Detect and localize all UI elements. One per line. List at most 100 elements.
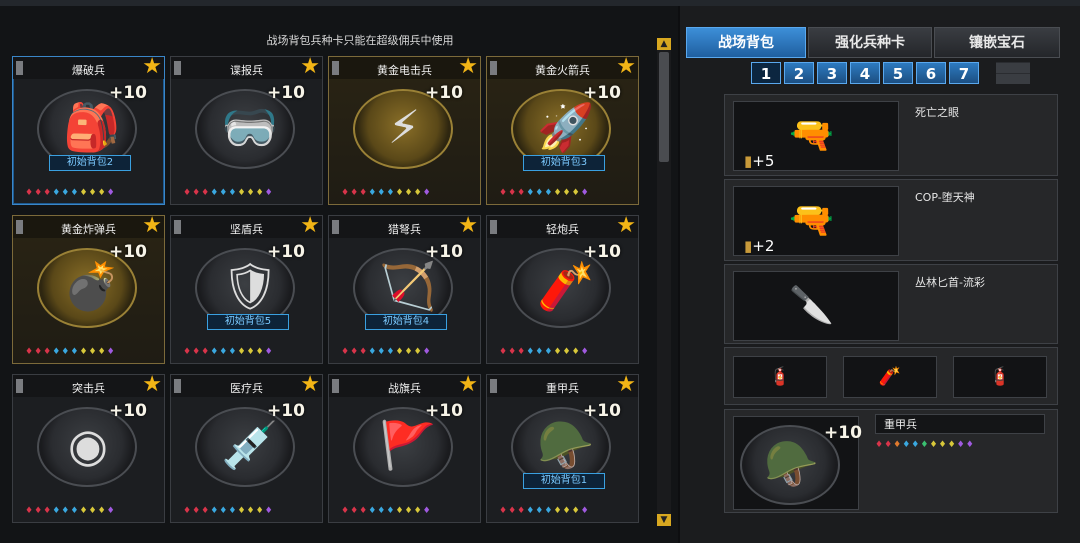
mortar-icon: 🧨	[537, 259, 595, 313]
initial-backpack-badge: 初始背包5	[207, 314, 289, 330]
card-level: +10	[267, 83, 305, 103]
card-header: 黄金电击兵 ★	[329, 56, 480, 79]
scroll-thumb[interactable]	[659, 52, 669, 162]
class-card[interactable]: 重甲兵 ★ 🪖 +10 初始背包1 ♦♦♦♦♦♦♦♦♦♦	[486, 374, 639, 523]
initial-backpack-badge: 初始背包1	[523, 473, 605, 489]
gem-sockets: ♦♦♦♦♦♦♦♦♦♦♦	[875, 440, 975, 450]
grenade-icon[interactable]: 🧯	[733, 356, 827, 398]
scroll-up-button[interactable]: ▲	[657, 38, 671, 50]
class-card[interactable]: 黄金电击兵 ★ ⚡ +10 ♦♦♦♦♦♦♦♦♦♦	[328, 56, 481, 205]
star-icon: ★	[458, 372, 478, 397]
weapon-image-box: 🔫 ▮+5	[733, 101, 899, 171]
class-card[interactable]: 黄金火箭兵 ★ 🚀 +10 初始背包3 ♦♦♦♦♦♦♦♦♦♦	[486, 56, 639, 205]
page-6-button[interactable]: 6	[916, 62, 946, 84]
scroll-down-button[interactable]: ▼	[657, 514, 671, 526]
class-card[interactable]: 爆破兵 ★ 🎒 +10 初始背包2 ♦♦♦♦♦♦♦♦♦♦	[12, 56, 165, 205]
card-header: 医疗兵 ★	[171, 372, 322, 397]
pistol-icon: 🔫	[789, 200, 834, 241]
grenade-icon[interactable]: 🧨	[843, 356, 937, 398]
card-level: +10	[583, 242, 621, 262]
explosive-kit-icon: 🎒	[63, 100, 121, 154]
star-icon: ★	[142, 54, 162, 79]
star-icon: ★	[616, 372, 636, 397]
card-header: 重甲兵 ★	[487, 372, 638, 397]
class-card-slot[interactable]: 🪖 +10 重甲兵 ♦♦♦♦♦♦♦♦♦♦♦	[724, 409, 1058, 513]
tab-enhance-card[interactable]: 强化兵种卡	[808, 27, 932, 58]
card-level: +10	[583, 401, 621, 421]
page-2-button[interactable]: 2	[784, 62, 814, 84]
melee-weapon-slot[interactable]: 🔪 丛林匕首-流彩	[724, 264, 1058, 344]
class-card[interactable]: 坚盾兵 ★ 🛡 +10 初始背包5 ♦♦♦♦♦♦♦♦♦♦	[170, 215, 323, 364]
crossbow-icon: 🏹	[379, 259, 437, 313]
gem-sockets: ♦♦♦♦♦♦♦♦♦♦	[499, 506, 590, 516]
initial-backpack-badge: 初始背包2	[49, 155, 131, 171]
card-header: 突击兵 ★	[13, 372, 164, 397]
ammo-count: ▮+2	[744, 237, 775, 255]
knife-icon: 🔪	[789, 285, 834, 326]
star-icon: ★	[300, 54, 320, 79]
card-level: +10	[109, 83, 147, 103]
star-icon: ★	[616, 54, 636, 79]
class-card[interactable]: 医疗兵 ★ 💉 +10 ♦♦♦♦♦♦♦♦♦♦	[170, 374, 323, 523]
class-card[interactable]: 突击兵 ★ ◉ +10 ♦♦♦♦♦♦♦♦♦♦	[12, 374, 165, 523]
secondary-weapon-slot[interactable]: 🔫 ▮+2 COP-堕天神	[724, 179, 1058, 261]
gem-sockets: ♦♦♦♦♦♦♦♦♦♦	[25, 506, 116, 516]
card-level: +10	[109, 242, 147, 262]
card-header: 坚盾兵 ★	[171, 213, 322, 238]
page-scroll-buttons[interactable]	[996, 62, 1030, 84]
gem-sockets: ♦♦♦♦♦♦♦♦♦♦	[183, 347, 274, 357]
card-header: 谍报兵 ★	[171, 54, 322, 79]
notice-text: 战场背包兵种卡只能在超级佣兵中使用	[266, 34, 454, 47]
heavy-armor-icon: 🪖	[537, 418, 595, 472]
weapon-name: COP-堕天神	[915, 191, 975, 204]
card-header: 猎弩兵 ★	[329, 213, 480, 238]
page-5-button[interactable]: 5	[883, 62, 913, 84]
page-4-button[interactable]: 4	[850, 62, 880, 84]
card-level: +10	[267, 242, 305, 262]
card-level: +10	[425, 83, 463, 103]
card-header: 爆破兵 ★	[13, 54, 164, 79]
weapon-image-box: 🔫 ▮+2	[733, 186, 899, 256]
primary-weapon-slot[interactable]: 🔫 ▮+5 死亡之眼	[724, 94, 1058, 176]
star-icon: ★	[300, 372, 320, 397]
class-card[interactable]: 猎弩兵 ★ 🏹 +10 初始背包4 ♦♦♦♦♦♦♦♦♦♦	[328, 215, 481, 364]
star-icon: ★	[458, 213, 478, 238]
lightning-gauntlet-icon: ⚡	[387, 100, 421, 154]
star-icon: ★	[142, 213, 162, 238]
rocket-launcher-icon: 🚀	[537, 100, 595, 154]
page-3-button[interactable]: 3	[817, 62, 847, 84]
star-icon: ★	[142, 372, 162, 397]
card-header: 黄金炸弹兵 ★	[13, 213, 164, 238]
gem-sockets: ♦♦♦♦♦♦♦♦♦♦	[341, 347, 432, 357]
gem-sockets: ♦♦♦♦♦♦♦♦♦♦	[183, 188, 274, 198]
star-icon: ★	[300, 213, 320, 238]
tab-battle-backpack[interactable]: 战场背包	[686, 27, 806, 58]
class-card[interactable]: 谍报兵 ★ 🥽 +10 ♦♦♦♦♦♦♦♦♦♦	[170, 56, 323, 205]
initial-backpack-badge: 初始背包4	[365, 314, 447, 330]
class-card-image: 🪖 +10	[733, 416, 862, 510]
grenade-icon[interactable]: 🧯	[953, 356, 1047, 398]
weapon-name: 丛林匕首-流彩	[915, 276, 985, 289]
weapon-name: 死亡之眼	[915, 106, 959, 119]
heavy-armor-icon: 🪖	[764, 439, 819, 490]
gold-bomb-icon: 💣	[63, 259, 121, 313]
ammo-count: ▮+5	[744, 152, 775, 170]
card-list-scrollbar[interactable]: ▲ ▼	[657, 38, 671, 526]
gem-sockets: ♦♦♦♦♦♦♦♦♦♦	[341, 188, 432, 198]
class-card[interactable]: 战旗兵 ★ 🚩 +10 ♦♦♦♦♦♦♦♦♦♦	[328, 374, 481, 523]
page-7-button[interactable]: 7	[949, 62, 979, 84]
war-banner-icon: 🚩	[379, 418, 437, 472]
card-level: +10	[267, 401, 305, 421]
riot-shield-icon: 🛡	[221, 259, 280, 313]
class-card[interactable]: 黄金炸弹兵 ★ 💣 +10 ♦♦♦♦♦♦♦♦♦♦	[12, 215, 165, 364]
class-card-name: 重甲兵	[875, 414, 1045, 434]
class-card[interactable]: 轻炮兵 ★ 🧨 +10 ♦♦♦♦♦♦♦♦♦♦	[486, 215, 639, 364]
gem-sockets: ♦♦♦♦♦♦♦♦♦♦	[25, 188, 116, 198]
page-1-button[interactable]: 1	[751, 62, 781, 84]
smg-icon: 🔫	[789, 115, 834, 156]
card-level: +10	[425, 401, 463, 421]
tab-inlay-gems[interactable]: 镶嵌宝石	[934, 27, 1060, 58]
star-icon: ★	[616, 213, 636, 238]
card-level: +10	[425, 242, 463, 262]
assault-module-icon: ◉	[67, 418, 109, 472]
